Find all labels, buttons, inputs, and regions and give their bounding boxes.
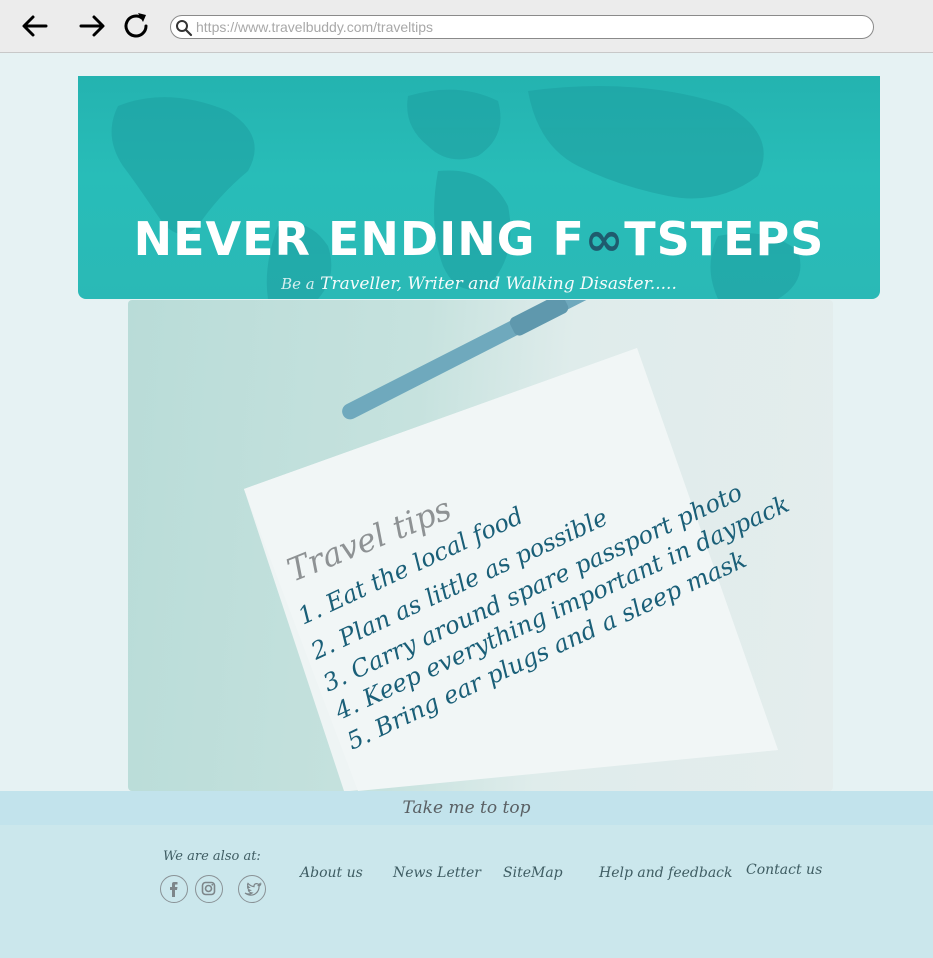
- banner-subtitle-prefix: Be a: [281, 275, 315, 293]
- twitter-icon[interactable]: [238, 875, 266, 903]
- banner-title-part1: NEVER ENDING F: [133, 212, 585, 266]
- instagram-icon[interactable]: [195, 875, 223, 903]
- reload-icon[interactable]: [121, 10, 153, 42]
- notepad-scene: Travel tips 1. Eat the local food 2. Pla…: [244, 300, 793, 791]
- banner-title-part2: TSTEPS: [624, 212, 825, 266]
- site-banner: NEVER ENDING F∞TSTEPS Be a Traveller, Wr…: [78, 76, 880, 299]
- footer-link-news-letter[interactable]: News Letter: [393, 865, 481, 881]
- infinity-footsteps-logo: ∞: [584, 212, 625, 266]
- take-me-to-top-link[interactable]: Take me to top: [0, 791, 933, 825]
- banner-title: NEVER ENDING F∞TSTEPS: [78, 212, 880, 266]
- search-icon: [176, 20, 193, 37]
- banner-subtitle: Be a Traveller, Writer and Walking Disas…: [78, 274, 880, 294]
- also-at-label: We are also at:: [163, 849, 261, 864]
- footer-link-about-us[interactable]: About us: [300, 865, 363, 881]
- browser-toolbar: https://www.travelbuddy.com/traveltips: [0, 0, 933, 53]
- url-text: https://www.travelbuddy.com/traveltips: [196, 19, 434, 35]
- footer-link-sitemap[interactable]: SiteMap: [503, 865, 563, 881]
- site-footer: We are also at: About us News Letter Sit…: [0, 825, 933, 958]
- banner-subtitle-text: Traveller, Writer and Walking Disaster: [320, 274, 650, 294]
- footer-link-contact-us[interactable]: Contact us: [746, 862, 822, 878]
- forward-arrow-icon[interactable]: [76, 10, 108, 42]
- facebook-icon[interactable]: [160, 875, 188, 903]
- banner-subtitle-suffix: .....: [649, 274, 677, 294]
- back-arrow-icon[interactable]: [19, 10, 51, 42]
- travel-tips-photo: Travel tips 1. Eat the local food 2. Pla…: [128, 300, 833, 791]
- footer-link-help-and-feedback[interactable]: Help and feedback: [599, 865, 733, 881]
- address-bar[interactable]: https://www.travelbuddy.com/traveltips: [170, 15, 874, 39]
